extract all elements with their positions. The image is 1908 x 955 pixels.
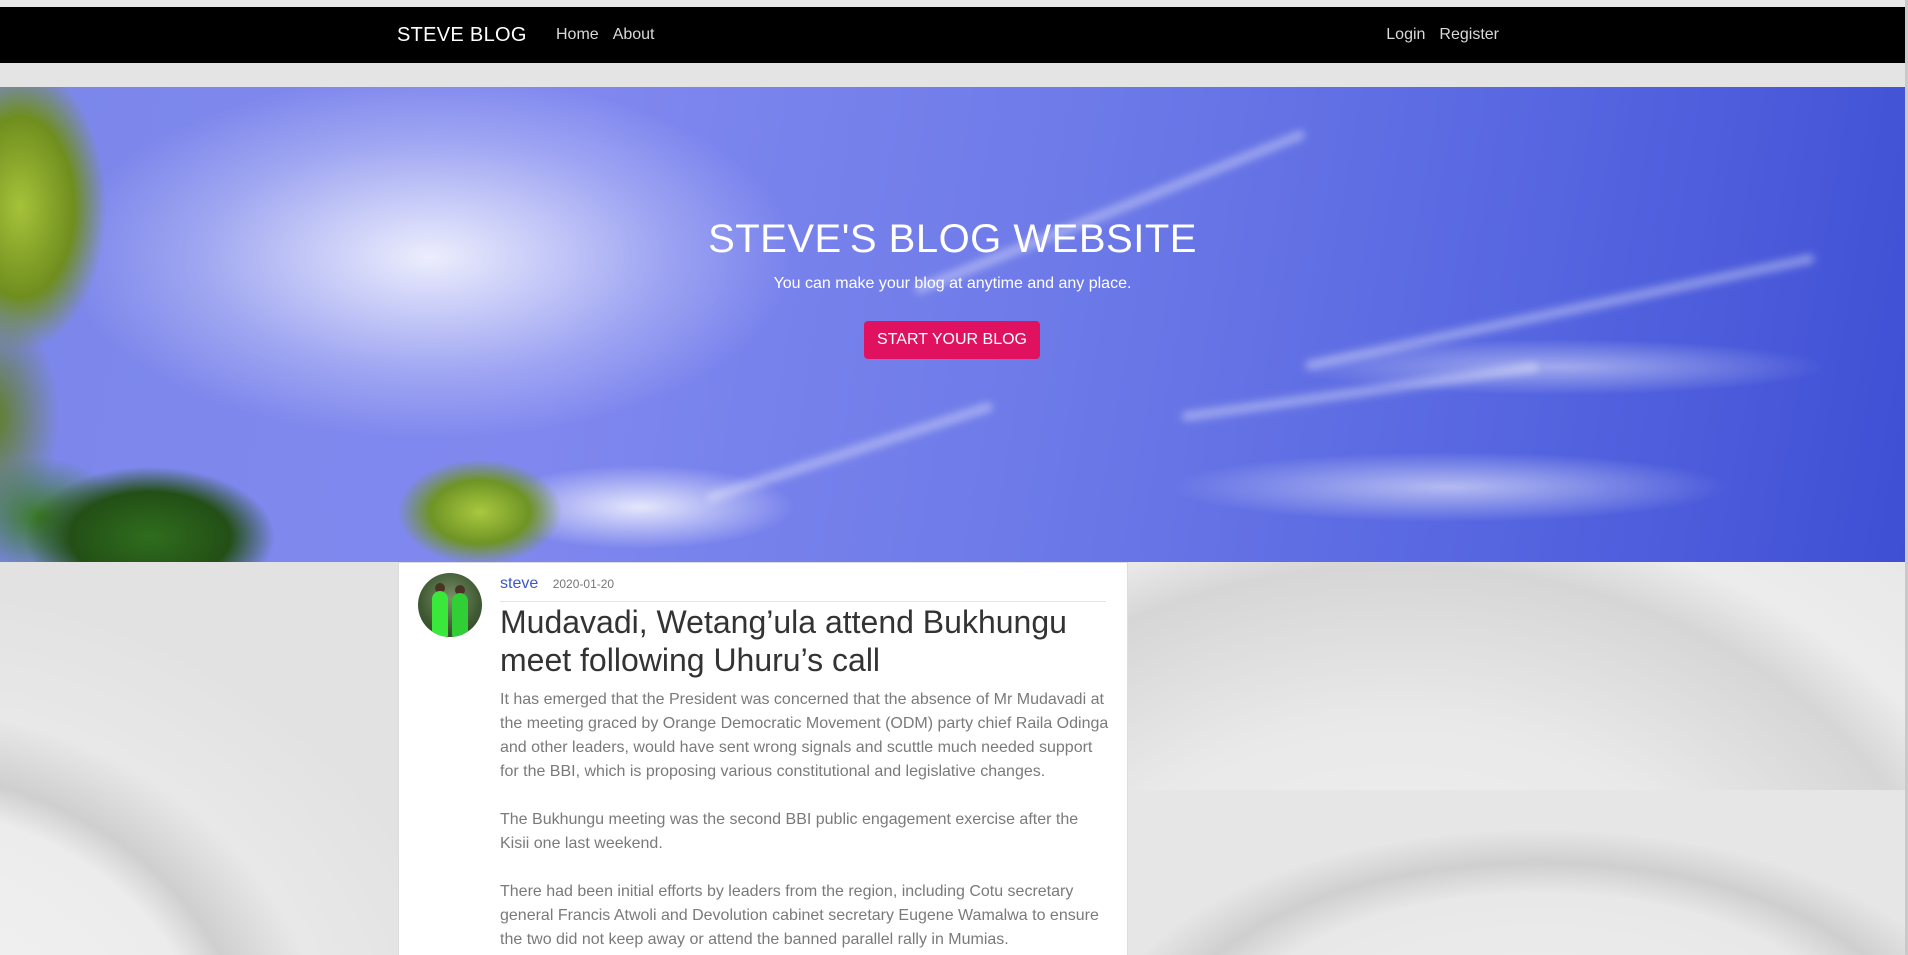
post-paragraph: The Bukhungu meeting was the second BBI … xyxy=(500,811,1079,852)
cloud-streak xyxy=(913,128,1307,296)
nav-about-link[interactable]: About xyxy=(613,26,655,44)
start-your-blog-button[interactable]: START YOUR BLOG xyxy=(864,321,1040,359)
avatar-figure xyxy=(452,593,468,637)
post-paragraph: There had been initial efforts by leader… xyxy=(500,883,1099,948)
post-title[interactable]: Mudavadi, Wetang’ula attend Bukhungu mee… xyxy=(500,603,1110,679)
author-link[interactable]: steve xyxy=(500,575,538,592)
nav-register-link[interactable]: Register xyxy=(1439,26,1499,44)
avatar-figure xyxy=(432,591,448,637)
post-paragraph: It has emerged that the President was co… xyxy=(500,691,1109,780)
cloud-streak xyxy=(705,400,995,504)
nav-right: Login Register xyxy=(1386,26,1499,44)
nav-left: Home About xyxy=(556,26,655,44)
nav-login-link[interactable]: Login xyxy=(1386,26,1425,44)
navbar: STEVE BLOG Home About Login Register xyxy=(0,7,1905,63)
hero-subtitle: You can make your blog at anytime and an… xyxy=(773,275,1132,292)
post-date: 2020-01-20 xyxy=(552,577,615,591)
palm-tree-middle xyxy=(360,417,600,562)
trees-bottom-left xyxy=(0,427,320,562)
hero-title: STEVE'S BLOG WEBSITE xyxy=(708,217,1197,261)
nav-home-link[interactable]: Home xyxy=(556,26,599,44)
top-strip xyxy=(0,0,1905,7)
brand-link[interactable]: STEVE BLOG xyxy=(397,24,527,47)
post-card: steve 2020-01-20 Mudavadi, Wetang’ula at… xyxy=(398,562,1128,955)
hero-banner: STEVE'S BLOG WEBSITE You can make your b… xyxy=(0,87,1905,562)
post-meta: steve 2020-01-20 xyxy=(500,575,1106,602)
post-body: It has emerged that the President was co… xyxy=(500,688,1110,955)
cloud-streak xyxy=(1304,253,1816,371)
avatar[interactable] xyxy=(418,573,482,637)
cloud-streak xyxy=(1181,361,1539,423)
